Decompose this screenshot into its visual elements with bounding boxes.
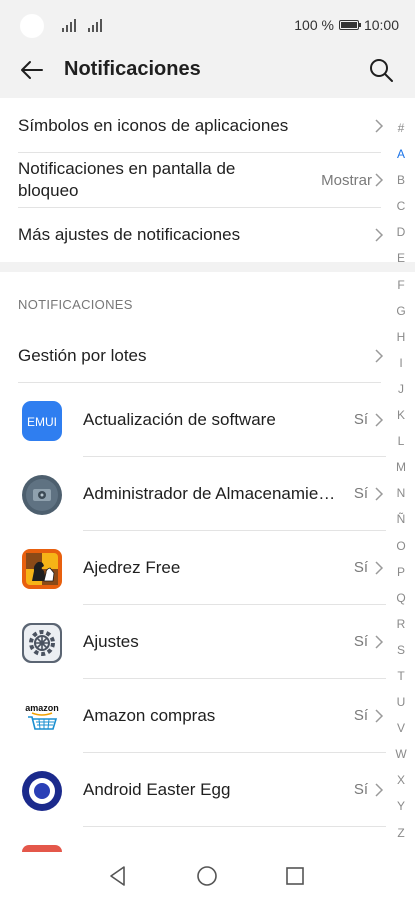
alphabet-letter[interactable]: I: [390, 350, 412, 376]
chevron-right-icon: [375, 709, 384, 723]
setting-label: Más ajustes de notificaciones: [18, 225, 241, 244]
alphabet-letter[interactable]: U: [390, 689, 412, 715]
app-status: Sí: [353, 411, 368, 428]
app-row-android-easter-egg[interactable]: Android Easter Egg Sí: [0, 753, 386, 827]
app-row-settings[interactable]: Ajustes Sí: [0, 605, 386, 679]
chevron-right-icon: [375, 783, 384, 797]
app-row-storage-manager[interactable]: Administrador de Almacenamiento Sí: [0, 457, 386, 531]
alphabet-letter[interactable]: L: [390, 428, 412, 454]
app-name: Administrador de Almacenamiento: [83, 484, 338, 503]
setting-more-notifications[interactable]: Más ajustes de notificaciones: [18, 208, 386, 262]
status-right: 100 % 10:00: [294, 17, 399, 33]
app-status: Sí: [353, 485, 368, 502]
alphabet-letter[interactable]: J: [390, 376, 412, 402]
alphabet-letter[interactable]: Ñ: [390, 506, 412, 532]
alphabet-letter[interactable]: O: [390, 533, 412, 559]
app-row-chess[interactable]: Ajedrez Free Sí: [0, 531, 386, 605]
chess-icon: [22, 549, 62, 589]
nav-recent-apps-icon[interactable]: [283, 864, 307, 888]
app-row-software-update[interactable]: EMUI Actualización de software Sí: [0, 383, 386, 457]
alphabet-letter[interactable]: K: [390, 402, 412, 428]
alphabet-letter[interactable]: Y: [390, 793, 412, 819]
chevron-right-icon: [375, 561, 384, 575]
alphabet-letter[interactable]: S: [390, 637, 412, 663]
setting-badge-icons[interactable]: Símbolos en iconos de aplicaciones: [18, 100, 386, 152]
alphabet-letter[interactable]: #: [390, 115, 412, 141]
emui-icon: EMUI: [22, 401, 62, 441]
back-arrow-icon[interactable]: [18, 56, 46, 84]
app-row-amazon[interactable]: amazon Amazon compras Sí: [0, 679, 386, 753]
alphabet-letter[interactable]: H: [390, 324, 412, 350]
setting-value: Mostrar: [321, 171, 372, 189]
batch-label: Gestión por lotes: [18, 346, 147, 365]
alphabet-letter[interactable]: V: [390, 715, 412, 741]
signal-icon: [88, 16, 106, 32]
alphabet-letter[interactable]: D: [390, 219, 412, 245]
emui-icon-text: EMUI: [27, 415, 57, 429]
alphabet-letter[interactable]: E: [390, 245, 412, 271]
alphabet-letter[interactable]: R: [390, 611, 412, 637]
navigation-bar: [0, 852, 415, 900]
section-separator: [0, 262, 415, 272]
app-name: Ajedrez Free: [83, 558, 181, 577]
section-header: NOTIFICACIONES: [18, 297, 133, 312]
alphabet-letter[interactable]: W: [390, 741, 412, 767]
next-app-icon-partial: [22, 845, 62, 852]
app-status: Sí: [353, 781, 368, 798]
alphabet-letter[interactable]: P: [390, 559, 412, 585]
chevron-right-icon: [375, 173, 384, 187]
chevron-right-icon: [375, 413, 384, 427]
chevron-right-icon: [375, 228, 384, 242]
app-status: Sí: [353, 559, 368, 576]
alphabet-letter[interactable]: M: [390, 454, 412, 480]
status-bar: 100 % 10:00: [0, 0, 415, 52]
app-status: Sí: [353, 707, 368, 724]
alphabet-index[interactable]: # A B C D E F G H I J K L M N Ñ O P Q R S T U V W X Y Z: [390, 115, 412, 846]
gear-icon: [22, 623, 62, 663]
notification-dot: [20, 14, 44, 38]
alphabet-letter[interactable]: C: [390, 193, 412, 219]
chevron-right-icon: [375, 119, 384, 133]
app-name: Amazon compras: [83, 706, 216, 725]
amazon-cart-icon: amazon: [22, 697, 62, 737]
alphabet-letter[interactable]: X: [390, 767, 412, 793]
alphabet-letter[interactable]: T: [390, 663, 412, 689]
app-status: Sí: [353, 633, 368, 650]
app-name: Android Easter Egg: [83, 780, 231, 799]
alphabet-letter[interactable]: Z: [390, 820, 412, 846]
alphabet-letter[interactable]: B: [390, 167, 412, 193]
search-icon[interactable]: [367, 56, 395, 84]
chevron-right-icon: [375, 635, 384, 649]
alphabet-letter[interactable]: A: [390, 141, 412, 167]
page-title: Notificaciones: [64, 58, 201, 80]
chevron-right-icon: [375, 349, 384, 363]
storage-manager-icon: [22, 475, 62, 515]
chevron-right-icon: [375, 487, 384, 501]
battery-icon: [338, 20, 361, 30]
setting-lockscreen-notifications[interactable]: Notificaciones en pantalla de bloqueo Mo…: [18, 153, 386, 207]
app-name: Actualización de software: [83, 410, 276, 429]
app-header: Notificaciones: [0, 52, 415, 98]
setting-label: Símbolos en iconos de aplicaciones: [18, 116, 289, 135]
batch-management[interactable]: Gestión por lotes: [18, 330, 386, 382]
app-name: Ajustes: [83, 632, 139, 651]
nav-back-icon[interactable]: [106, 864, 130, 888]
alphabet-letter[interactable]: G: [390, 298, 412, 324]
amazon-icon-text: amazon: [25, 703, 59, 713]
easter-egg-ring-icon: [22, 771, 62, 811]
divider: [83, 826, 386, 827]
signal-icon: [62, 16, 80, 32]
nav-home-icon[interactable]: [195, 864, 219, 888]
alphabet-letter[interactable]: N: [390, 480, 412, 506]
alphabet-letter[interactable]: F: [390, 272, 412, 298]
battery-percent: 100 %: [294, 17, 334, 33]
alphabet-letter[interactable]: Q: [390, 585, 412, 611]
setting-label: Notificaciones en pantalla de bloqueo: [18, 159, 236, 200]
clock: 10:00: [363, 17, 399, 33]
